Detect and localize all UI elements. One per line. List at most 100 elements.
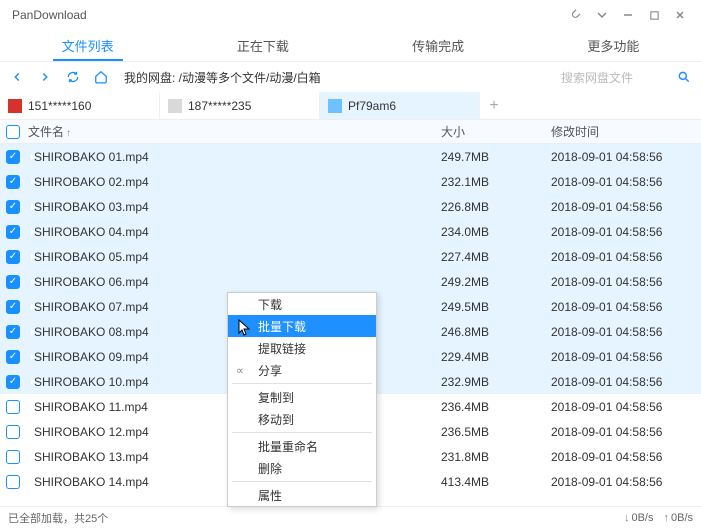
back-button[interactable]	[6, 66, 28, 88]
tab-label: 正在下载	[237, 36, 289, 55]
row-checkbox[interactable]	[6, 350, 20, 364]
add-account-button[interactable]: +	[480, 92, 508, 119]
table-row[interactable]: SHIROBAKO 03.mp4226.8MB2018-09-01 04:58:…	[0, 194, 701, 219]
menu-item[interactable]: 批量下载	[228, 315, 376, 337]
menu-separator	[232, 383, 372, 384]
account-label: 151*****160	[28, 99, 91, 113]
row-checkbox[interactable]	[6, 250, 20, 264]
row-checkbox[interactable]	[6, 150, 20, 164]
list-header: 文件名↑ 大小 修改时间	[0, 120, 701, 144]
row-checkbox[interactable]	[6, 225, 20, 239]
row-checkbox[interactable]	[6, 300, 20, 314]
file-time: 2018-09-01 04:58:56	[551, 175, 701, 189]
titlebar: PanDownload	[0, 0, 701, 30]
forward-button[interactable]	[34, 66, 56, 88]
file-time: 2018-09-01 04:58:56	[551, 325, 701, 339]
table-row[interactable]: SHIROBAKO 02.mp4232.1MB2018-09-01 04:58:…	[0, 169, 701, 194]
refresh-button[interactable]	[62, 66, 84, 88]
file-name: SHIROBAKO 06.mp4	[34, 275, 149, 289]
upload-speed: 0B/s	[671, 512, 693, 524]
avatar	[168, 99, 182, 113]
account-tab-2[interactable]: Pf79am6	[320, 92, 480, 119]
minimize-button[interactable]	[615, 2, 641, 28]
file-name: SHIROBAKO 08.mp4	[34, 325, 149, 339]
file-name: SHIROBAKO 12.mp4	[34, 425, 149, 439]
file-size: 246.8MB	[441, 325, 551, 339]
menu-item-label: 分享	[258, 362, 282, 379]
avatar	[328, 99, 342, 113]
column-time[interactable]: 修改时间	[551, 123, 701, 140]
menu-item[interactable]: 复制到	[228, 386, 376, 408]
row-checkbox[interactable]	[6, 425, 20, 439]
navbar: 我的网盘: /动漫等多个文件/动漫/白箱 搜索网盘文件	[0, 62, 701, 92]
menu-item[interactable]: 属性	[228, 484, 376, 506]
file-time: 2018-09-01 04:58:56	[551, 300, 701, 314]
file-time: 2018-09-01 04:58:56	[551, 400, 701, 414]
status-text: 已全部加载，共25个	[8, 510, 108, 526]
row-checkbox[interactable]	[6, 450, 20, 464]
file-time: 2018-09-01 04:58:56	[551, 425, 701, 439]
row-checkbox[interactable]	[6, 275, 20, 289]
table-row[interactable]: SHIROBAKO 06.mp4249.2MB2018-09-01 04:58:…	[0, 269, 701, 294]
file-name: SHIROBAKO 03.mp4	[34, 200, 149, 214]
menu-item[interactable]: 批量重命名	[228, 435, 376, 457]
menu-item[interactable]: 删除	[228, 457, 376, 479]
row-checkbox[interactable]	[6, 375, 20, 389]
home-button[interactable]	[90, 66, 112, 88]
download-speed-icon: ↓	[624, 512, 630, 524]
tab-downloading[interactable]: 正在下载	[175, 30, 350, 61]
file-time: 2018-09-01 04:58:56	[551, 475, 701, 489]
row-checkbox[interactable]	[6, 475, 20, 489]
menu-separator	[232, 432, 372, 433]
file-name: SHIROBAKO 05.mp4	[34, 250, 149, 264]
file-name: SHIROBAKO 07.mp4	[34, 300, 149, 314]
file-name: SHIROBAKO 10.mp4	[34, 375, 149, 389]
theme-icon[interactable]	[563, 2, 589, 28]
tab-completed[interactable]: 传输完成	[351, 30, 526, 61]
menu-item-label: 属性	[258, 487, 282, 504]
column-name[interactable]: 文件名↑	[26, 123, 441, 140]
file-name: SHIROBAKO 09.mp4	[34, 350, 149, 364]
file-size: 413.4MB	[441, 475, 551, 489]
breadcrumb[interactable]: 我的网盘: /动漫等多个文件/动漫/白箱	[118, 69, 551, 86]
file-name: SHIROBAKO 01.mp4	[34, 150, 149, 164]
search-icon[interactable]	[673, 66, 695, 88]
tab-more[interactable]: 更多功能	[526, 30, 701, 61]
row-checkbox[interactable]	[6, 200, 20, 214]
share-icon: ∝	[236, 364, 244, 377]
account-tab-0[interactable]: 151*****160	[0, 92, 160, 119]
menu-item-label: 移动到	[258, 411, 294, 428]
avatar	[8, 99, 22, 113]
row-checkbox[interactable]	[6, 400, 20, 414]
menu-item[interactable]: 提取链接	[228, 337, 376, 359]
column-size[interactable]: 大小	[441, 123, 551, 140]
dropdown-icon[interactable]	[589, 2, 615, 28]
account-tab-1[interactable]: 187*****235	[160, 92, 320, 119]
menu-item[interactable]: 下载	[228, 293, 376, 315]
file-time: 2018-09-01 04:58:56	[551, 200, 701, 214]
file-time: 2018-09-01 04:58:56	[551, 375, 701, 389]
menu-item[interactable]: ∝ 分享	[228, 359, 376, 381]
menu-item-label: 提取链接	[258, 340, 306, 357]
table-row[interactable]: SHIROBAKO 04.mp4234.0MB2018-09-01 04:58:…	[0, 219, 701, 244]
tab-label: 更多功能	[587, 36, 639, 55]
file-size: 249.2MB	[441, 275, 551, 289]
file-name-cell: SHIROBAKO 02.mp4	[26, 175, 441, 189]
context-menu: 下载批量下载提取链接 ∝ 分享复制到移动到批量重命名删除属性	[227, 292, 377, 507]
file-name: SHIROBAKO 14.mp4	[34, 475, 149, 489]
main-tabs: 文件列表 正在下载 传输完成 更多功能	[0, 30, 701, 62]
tab-file-list[interactable]: 文件列表	[0, 30, 175, 61]
search-input[interactable]: 搜索网盘文件	[557, 67, 667, 88]
account-label: 187*****235	[188, 99, 251, 113]
menu-item[interactable]: 移动到	[228, 408, 376, 430]
file-name-cell: SHIROBAKO 01.mp4	[26, 150, 441, 164]
tab-label: 文件列表	[62, 36, 114, 55]
row-checkbox[interactable]	[6, 175, 20, 189]
maximize-button[interactable]	[641, 2, 667, 28]
row-checkbox[interactable]	[6, 325, 20, 339]
table-row[interactable]: SHIROBAKO 05.mp4227.4MB2018-09-01 04:58:…	[0, 244, 701, 269]
file-name-cell: SHIROBAKO 05.mp4	[26, 250, 441, 264]
select-all-checkbox[interactable]	[6, 125, 20, 139]
close-button[interactable]	[667, 2, 693, 28]
table-row[interactable]: SHIROBAKO 01.mp4249.7MB2018-09-01 04:58:…	[0, 144, 701, 169]
